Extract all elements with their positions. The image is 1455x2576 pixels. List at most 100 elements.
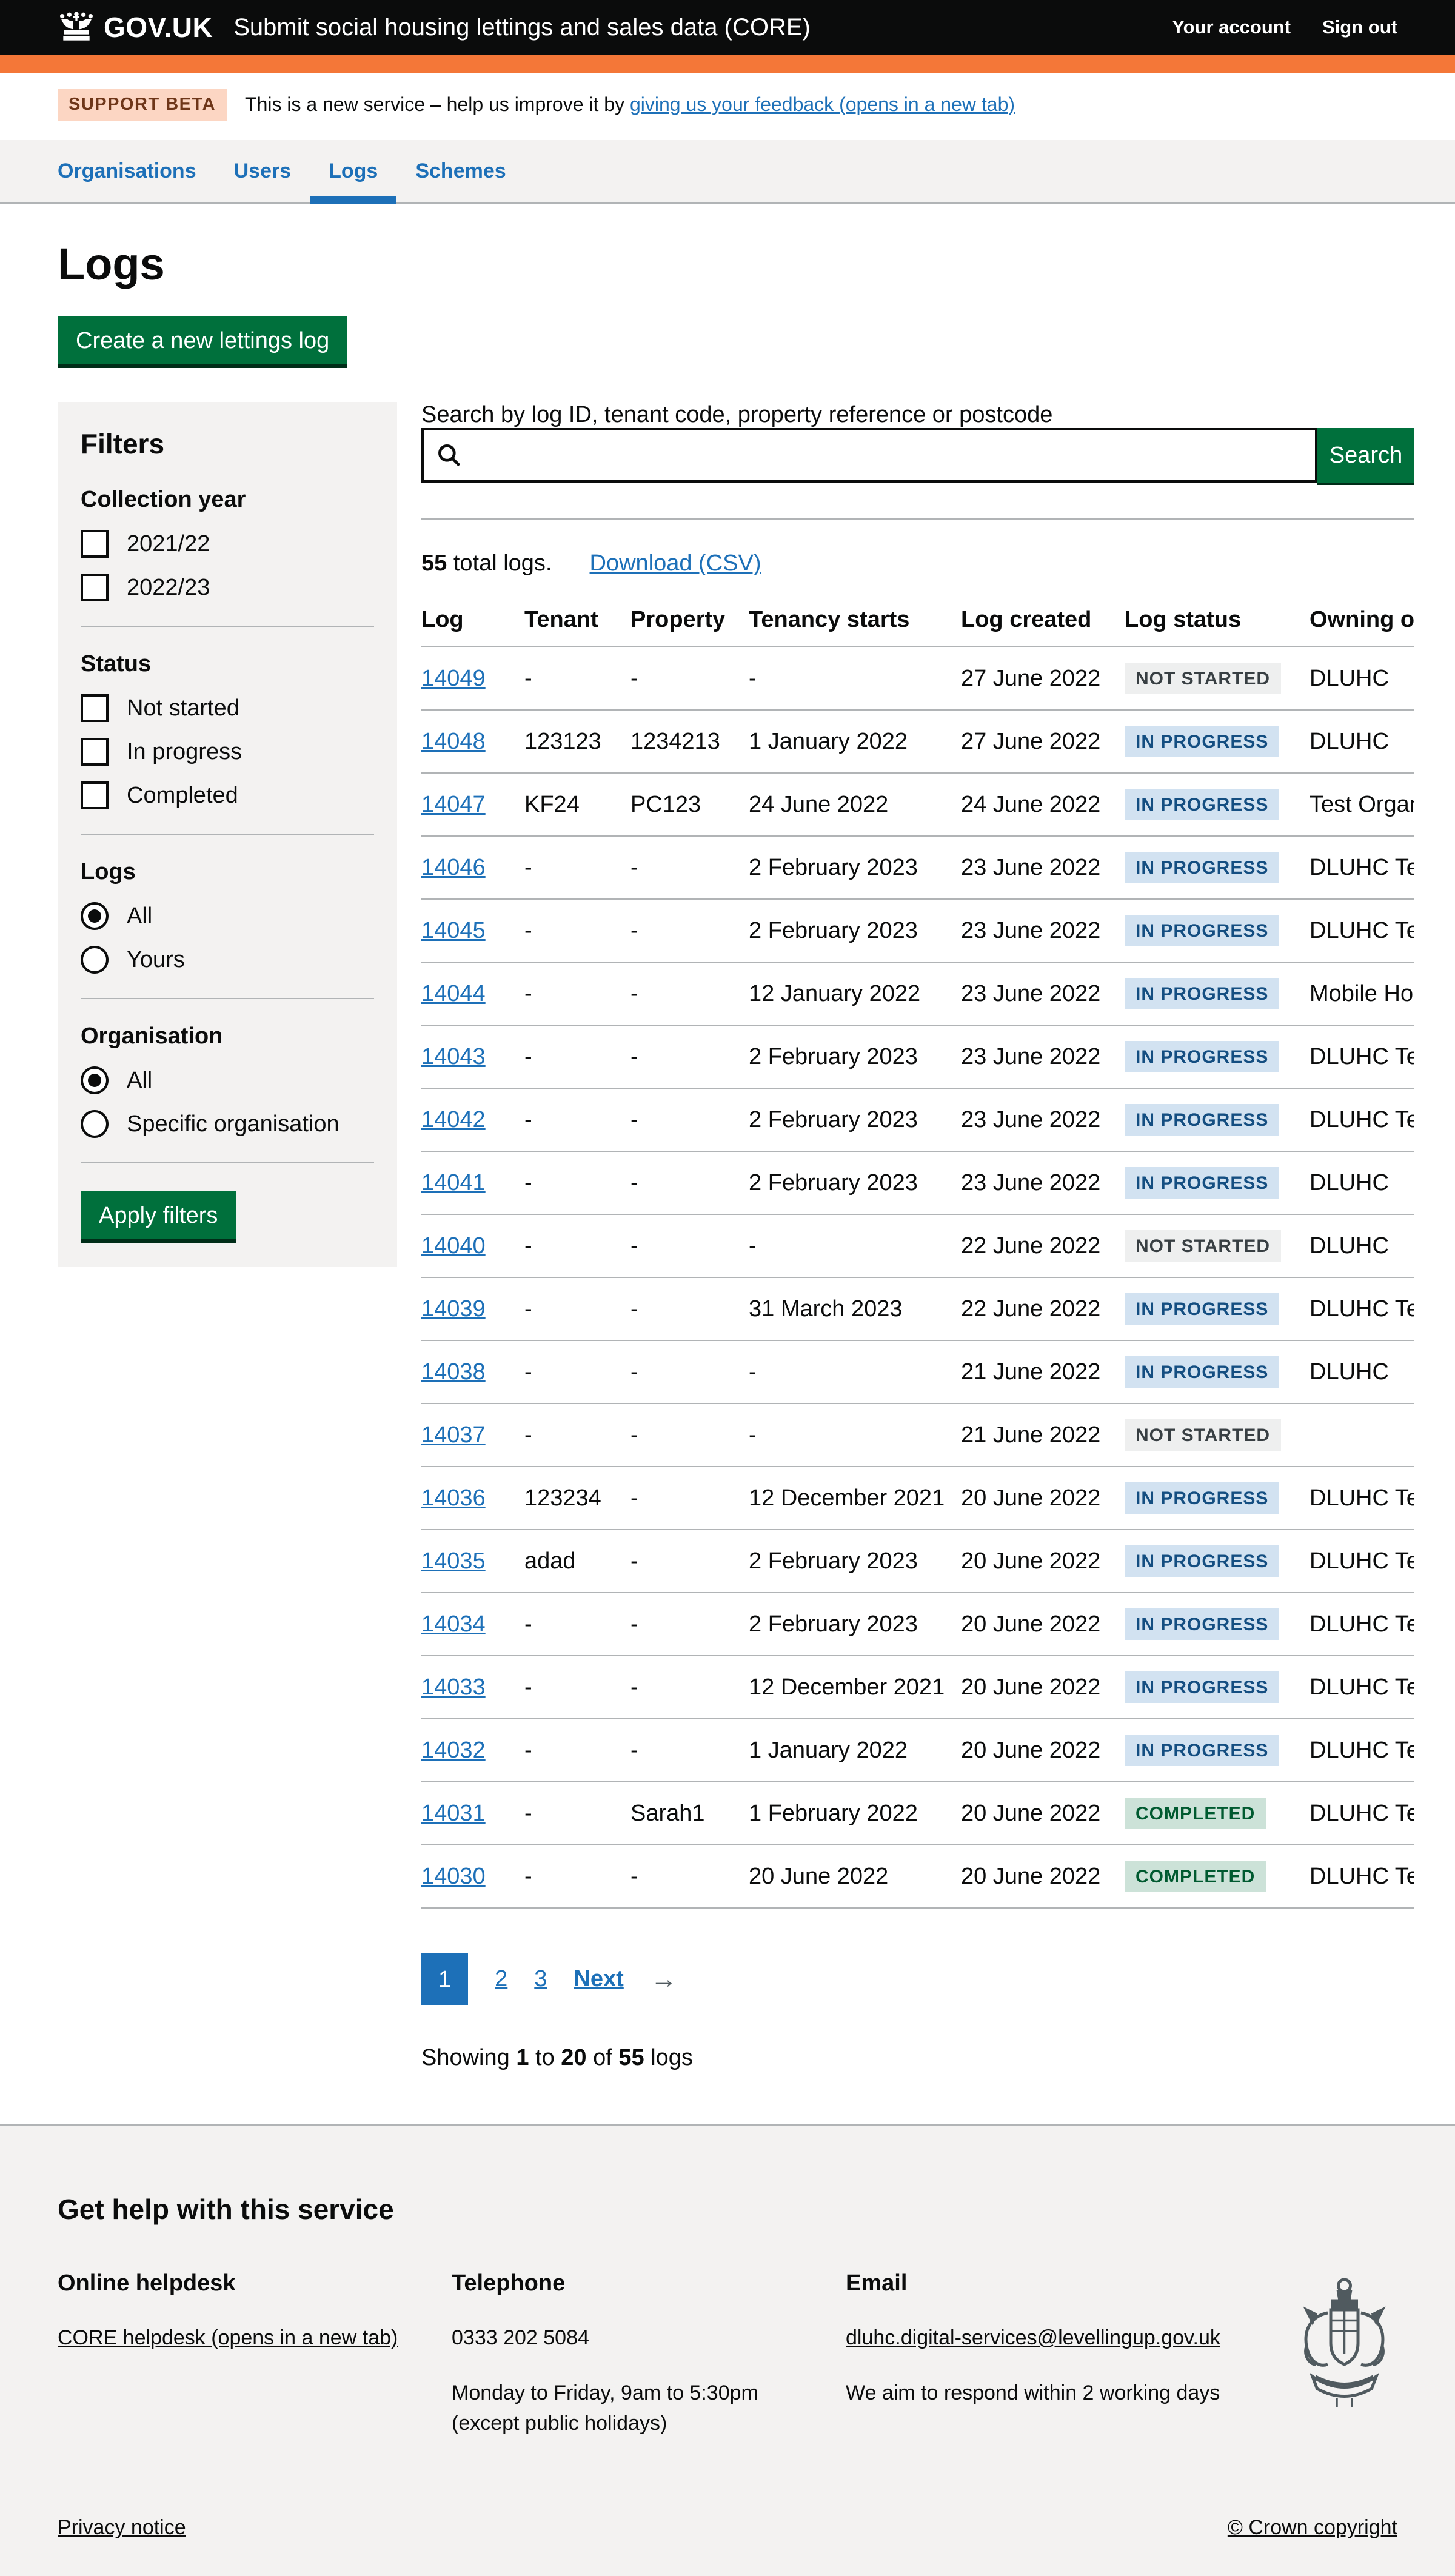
radio-logs-yours[interactable] [81,946,109,974]
status-badge: IN PROGRESS [1125,726,1279,757]
cell-status: IN PROGRESS [1125,1593,1310,1656]
log-link-14045[interactable]: 14045 [421,918,486,943]
footer-link-online-helpdesk[interactable]: CORE helpdesk (opens in a new tab) [58,2323,452,2353]
cell-owning-organisation: DLUHC [1310,1151,1414,1214]
tab-users[interactable]: Users [216,140,310,202]
filters-panel: Filters Collection year2021/222022/23Sta… [58,402,397,1267]
cell-tenant: 123234 [524,1467,630,1530]
table-row: 14041--2 February 202323 June 2022IN PRO… [421,1151,1414,1214]
log-link-14037[interactable]: 14037 [421,1422,486,1448]
service-name[interactable]: Submit social housing lettings and sales… [233,14,811,41]
table-row: 14043--2 February 202323 June 2022IN PRO… [421,1025,1414,1088]
cell-tenant: - [524,1340,630,1403]
log-link-14042[interactable]: 14042 [421,1107,486,1132]
cell-owning-organisation: Test Organisa [1310,773,1414,836]
radio-organisation-all[interactable] [81,1066,109,1094]
footer-link-email[interactable]: dluhc.digital-services@levellingup.gov.u… [846,2323,1240,2353]
privacy-notice-link[interactable]: Privacy notice [58,2516,186,2540]
cell-tenancy: - [749,1214,961,1277]
cell-status: IN PROGRESS [1125,1530,1310,1593]
log-link-14035[interactable]: 14035 [421,1548,486,1574]
cell-owning-organisation: DLUHC [1310,1340,1414,1403]
checkbox-collection-year-2022-23[interactable] [81,574,109,601]
status-badge: IN PROGRESS [1125,1671,1279,1703]
page-3[interactable]: 3 [534,1966,547,1992]
sign-out-link[interactable]: Sign out [1322,16,1397,38]
cell-owning-organisation: Mobile Housi [1310,962,1414,1025]
log-link-14031[interactable]: 14031 [421,1801,486,1826]
cell-log: 14034 [421,1593,524,1656]
radio-organisation-specific-organisation[interactable] [81,1110,109,1138]
cell-owning-organisation: DLUHC Test [1310,1277,1414,1340]
cell-created: 20 June 2022 [961,1593,1125,1656]
cell-tenant: - [524,1719,630,1782]
search-input[interactable] [421,428,1317,483]
create-lettings-log-button[interactable]: Create a new lettings log [58,316,347,364]
download-csv-link[interactable]: Download (CSV) [590,550,761,577]
cell-log: 14044 [421,962,524,1025]
cell-tenancy: 12 December 2021 [749,1467,961,1530]
govuk-home-link[interactable]: GOV.UK [58,11,213,44]
next-arrow-icon[interactable]: → [651,1964,677,1995]
showing-of-word: of [587,2045,619,2070]
cell-owning-organisation: DLUHC [1310,647,1414,710]
search-button[interactable]: Search [1317,428,1414,483]
cell-property: - [630,1088,749,1151]
apply-filters-button[interactable]: Apply filters [81,1191,236,1239]
table-body: 14049---27 June 2022NOT STARTEDDLUHC1404… [421,647,1414,1908]
checkbox-status-in-progress[interactable] [81,738,109,766]
filter-option-specific-organisation: Specific organisation [81,1110,374,1138]
log-link-14046[interactable]: 14046 [421,855,486,880]
status-badge: IN PROGRESS [1125,1608,1279,1640]
log-link-14044[interactable]: 14044 [421,981,486,1006]
log-link-14043[interactable]: 14043 [421,1044,486,1069]
log-link-14049[interactable]: 14049 [421,666,486,691]
cell-status: IN PROGRESS [1125,1340,1310,1403]
crown-copyright-link[interactable]: © Crown copyright [1228,2516,1397,2540]
checkbox-collection-year-2021-22[interactable] [81,530,109,558]
tab-schemes[interactable]: Schemes [397,140,524,202]
footer-link[interactable]: CORE helpdesk (opens in a new tab) [58,2326,398,2349]
total-logs-text: 55 total logs. [421,550,552,577]
cell-log: 14045 [421,899,524,962]
cell-tenant: - [524,1403,630,1467]
page-1[interactable]: 1 [421,1953,468,2005]
next-page-link[interactable]: Next [574,1966,623,1992]
log-link-14048[interactable]: 14048 [421,729,486,754]
cell-created: 20 June 2022 [961,1656,1125,1719]
cell-owning-organisation: DLUHC Test [1310,1593,1414,1656]
footer-text: We aim to respond within 2 working days [846,2378,1240,2408]
your-account-link[interactable]: Your account [1172,16,1291,38]
filter-groups: Collection year2021/222022/23StatusNot s… [81,487,374,1163]
total-logs-count: 55 [421,550,447,576]
log-link-14030[interactable]: 14030 [421,1864,486,1889]
checkbox-status-completed[interactable] [81,781,109,809]
table-header-row: LogTenantPropertyTenancy startsLog creat… [421,607,1414,647]
cell-tenant: adad [524,1530,630,1593]
cell-property: - [630,962,749,1025]
log-link-14041[interactable]: 14041 [421,1170,486,1196]
radio-logs-all[interactable] [81,902,109,930]
cell-created: 23 June 2022 [961,1088,1125,1151]
log-link-14032[interactable]: 14032 [421,1738,486,1763]
log-link-14047[interactable]: 14047 [421,792,486,817]
cell-log: 14033 [421,1656,524,1719]
pagination: 1 2 3 Next → [421,1953,1414,2005]
feedback-link[interactable]: giving us your feedback (opens in a new … [630,93,1015,115]
tab-organisations[interactable]: Organisations [39,140,215,202]
filter-group-title-logs: Logs [81,859,374,885]
table-row: 14039--31 March 202322 June 2022IN PROGR… [421,1277,1414,1340]
page-2[interactable]: 2 [495,1966,507,1992]
cell-tenancy: - [749,1403,961,1467]
tab-logs[interactable]: Logs [310,140,396,202]
log-link-14038[interactable]: 14038 [421,1359,486,1385]
checkbox-status-not-started[interactable] [81,694,109,722]
log-link-14039[interactable]: 14039 [421,1296,486,1322]
log-link-14033[interactable]: 14033 [421,1674,486,1700]
cell-created: 21 June 2022 [961,1403,1125,1467]
log-link-14034[interactable]: 14034 [421,1611,486,1637]
logs-table-wrap: LogTenantPropertyTenancy startsLog creat… [421,607,1414,1909]
log-link-14040[interactable]: 14040 [421,1233,486,1259]
log-link-14036[interactable]: 14036 [421,1485,486,1511]
footer-link[interactable]: dluhc.digital-services@levellingup.gov.u… [846,2326,1220,2349]
